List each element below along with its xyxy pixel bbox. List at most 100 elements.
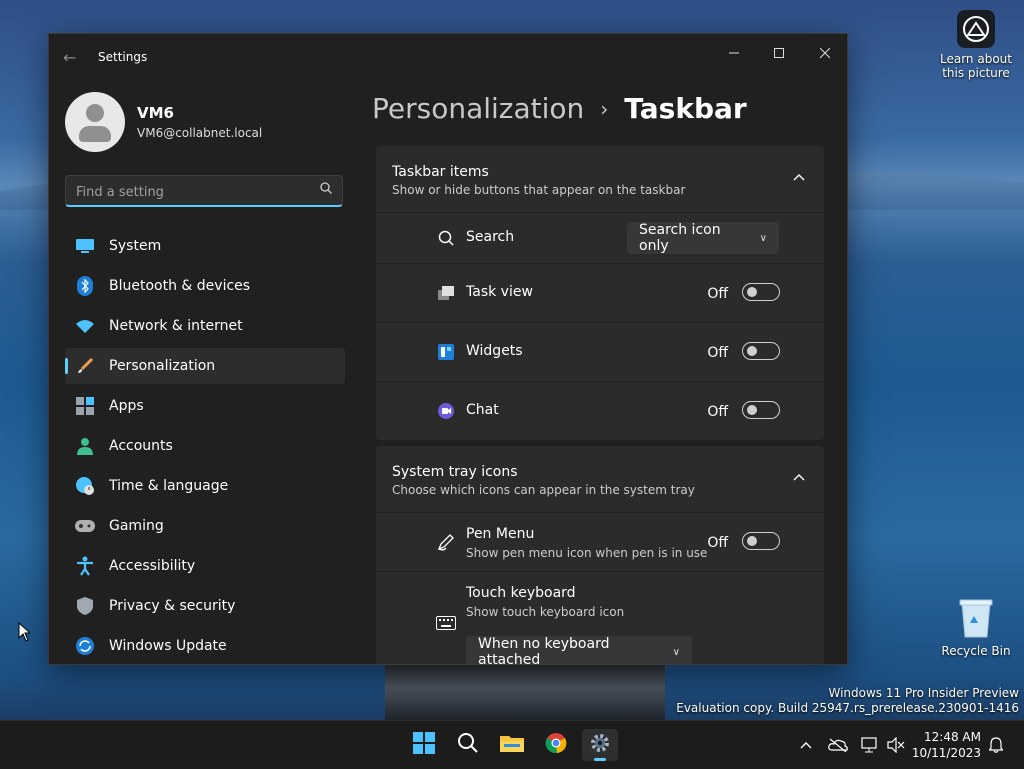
gamepad-icon: [75, 516, 95, 536]
breadcrumb-personalization[interactable]: Personalization: [372, 92, 584, 125]
search-setting-row: Search Search icon only ∨: [376, 213, 824, 263]
system-clock[interactable]: 12:48 AM 10/11/2023: [912, 729, 981, 761]
person-icon: [75, 436, 95, 456]
sidebar-item-label: Personalization: [109, 358, 216, 374]
user-profile[interactable]: VM6 VM6@collabnet.local: [65, 92, 262, 152]
widgets-icon: [436, 342, 456, 362]
windows-logo-icon: [413, 732, 435, 758]
chevron-up-icon[interactable]: [792, 470, 806, 484]
pen-menu-state: Off: [707, 535, 728, 551]
taskbar-items-header[interactable]: Taskbar items Show or hide buttons that …: [376, 146, 824, 212]
search-input[interactable]: [74, 181, 314, 203]
sidebar-item-personalization[interactable]: Personalization: [65, 348, 345, 384]
sidebar-item-system[interactable]: System: [65, 228, 345, 264]
folder-icon: [500, 733, 524, 757]
widgets-toggle[interactable]: [742, 342, 780, 360]
sidebar-item-bluetooth[interactable]: Bluetooth & devices: [65, 268, 345, 304]
sidebar-item-apps[interactable]: Apps: [65, 388, 345, 424]
settings-taskbar-button[interactable]: [582, 729, 618, 761]
maximize-icon: [774, 46, 784, 62]
sidebar-item-label: Time & language: [109, 478, 229, 494]
pen-icon: [436, 532, 456, 552]
camera-lens-icon: [957, 10, 995, 48]
sidebar-item-label: Accounts: [109, 438, 173, 454]
sidebar-item-label: Apps: [109, 398, 144, 414]
desktop-wallpaper-pier: [385, 664, 665, 720]
chevron-up-icon[interactable]: [792, 170, 806, 184]
keyboard-icon: [436, 613, 456, 633]
settings-content: Taskbar items Show or hide buttons that …: [376, 146, 824, 665]
profile-email: VM6@collabnet.local: [137, 126, 263, 140]
touch-keyboard-description: Show touch keyboard icon: [466, 605, 625, 619]
sidebar-item-accounts[interactable]: Accounts: [65, 428, 345, 464]
sidebar-nav: System Bluetooth & devices Network & int…: [65, 228, 345, 664]
task-view-toggle[interactable]: [742, 283, 780, 301]
evaluation-watermark: Windows 11 Pro Insider Preview Evaluatio…: [676, 686, 1019, 716]
breadcrumb: Personalization › Taskbar: [372, 92, 747, 125]
chat-toggle[interactable]: [742, 401, 780, 419]
chat-icon: [436, 401, 456, 421]
recycle-bin-desktop-icon[interactable]: Recycle Bin: [940, 596, 1012, 658]
watermark-build: Evaluation copy. Build 25947.rs_prerelea…: [676, 701, 1019, 715]
sidebar-item-label: Privacy & security: [109, 598, 236, 614]
onedrive-offline-icon[interactable]: [828, 735, 848, 755]
taskbar-items-title: Taskbar items: [392, 164, 489, 180]
sidebar-item-label: Bluetooth & devices: [109, 278, 251, 294]
show-hidden-icons-chevron-icon[interactable]: [796, 735, 816, 755]
search-mode-dropdown[interactable]: Search icon only ∨: [627, 222, 779, 254]
touch-keyboard-value: When no keyboard attached: [478, 636, 610, 665]
avatar: [65, 92, 125, 152]
monitor-icon: [75, 236, 95, 256]
taskbar-search-button[interactable]: [450, 729, 486, 761]
sidebar-item-privacy-security[interactable]: Privacy & security: [65, 588, 345, 624]
close-button[interactable]: [805, 42, 845, 66]
minimize-button[interactable]: [714, 42, 754, 66]
learn-about-picture-desktop-icon[interactable]: Learn about this picture: [940, 10, 1012, 80]
clock-date: 10/11/2023: [911, 746, 981, 760]
accessibility-icon: [75, 556, 95, 576]
file-explorer-button[interactable]: [494, 729, 530, 761]
task-view-icon: [436, 283, 456, 303]
pen-menu-toggle[interactable]: [742, 532, 780, 550]
wifi-icon: [75, 316, 95, 336]
notification-bell-icon[interactable]: [986, 735, 1006, 755]
bluetooth-icon: [75, 276, 95, 296]
back-arrow-icon[interactable]: ←: [63, 48, 76, 67]
sidebar-item-label: Gaming: [109, 518, 164, 534]
update-icon: [75, 636, 95, 656]
sidebar-item-time-language[interactable]: Time & language: [65, 468, 345, 504]
apps-icon: [75, 396, 95, 416]
sidebar-item-gaming[interactable]: Gaming: [65, 508, 345, 544]
brush-icon: [75, 356, 95, 376]
start-button[interactable]: [406, 729, 442, 761]
volume-muted-icon[interactable]: [886, 735, 906, 755]
sidebar-item-network[interactable]: Network & internet: [65, 308, 345, 344]
recycle-bin-label: Recycle Bin: [941, 644, 1011, 658]
chrome-button[interactable]: [538, 729, 574, 761]
pen-menu-description: Show pen menu icon when pen is in use: [466, 546, 708, 560]
page-title: Taskbar: [624, 92, 747, 125]
gear-icon: [589, 732, 611, 758]
sidebar-item-windows-update[interactable]: Windows Update: [65, 628, 345, 664]
taskbar-items-subtitle: Show or hide buttons that appear on the …: [392, 183, 686, 197]
pen-menu-label: Pen Menu: [466, 526, 535, 542]
search-icon: [436, 228, 456, 248]
watermark-edition: Windows 11 Pro Insider Preview: [828, 686, 1019, 700]
title-bar[interactable]: ← Settings: [49, 34, 847, 82]
search-box[interactable]: [65, 175, 343, 207]
touch-keyboard-label: Touch keyboard: [466, 585, 576, 601]
learn-about-picture-label: Learn about this picture: [940, 52, 1012, 80]
settings-window: ← Settings VM6 VM6@collabnet.local Syste…: [48, 33, 848, 665]
search-icon[interactable]: [320, 182, 332, 198]
mouse-cursor: [18, 621, 32, 646]
system-tray-header[interactable]: System tray icons Choose which icons can…: [376, 446, 824, 512]
chrome-icon: [545, 732, 567, 758]
maximize-button[interactable]: [759, 42, 799, 66]
sidebar-item-accessibility[interactable]: Accessibility: [65, 548, 345, 584]
network-icon[interactable]: [860, 735, 880, 755]
chevron-down-icon: ∨: [759, 232, 767, 244]
task-view-label: Task view: [466, 284, 533, 300]
chat-row: Chat Off: [376, 382, 824, 440]
recycle-bin-icon: [956, 596, 996, 640]
touch-keyboard-dropdown[interactable]: When no keyboard attached ∨: [466, 636, 692, 665]
